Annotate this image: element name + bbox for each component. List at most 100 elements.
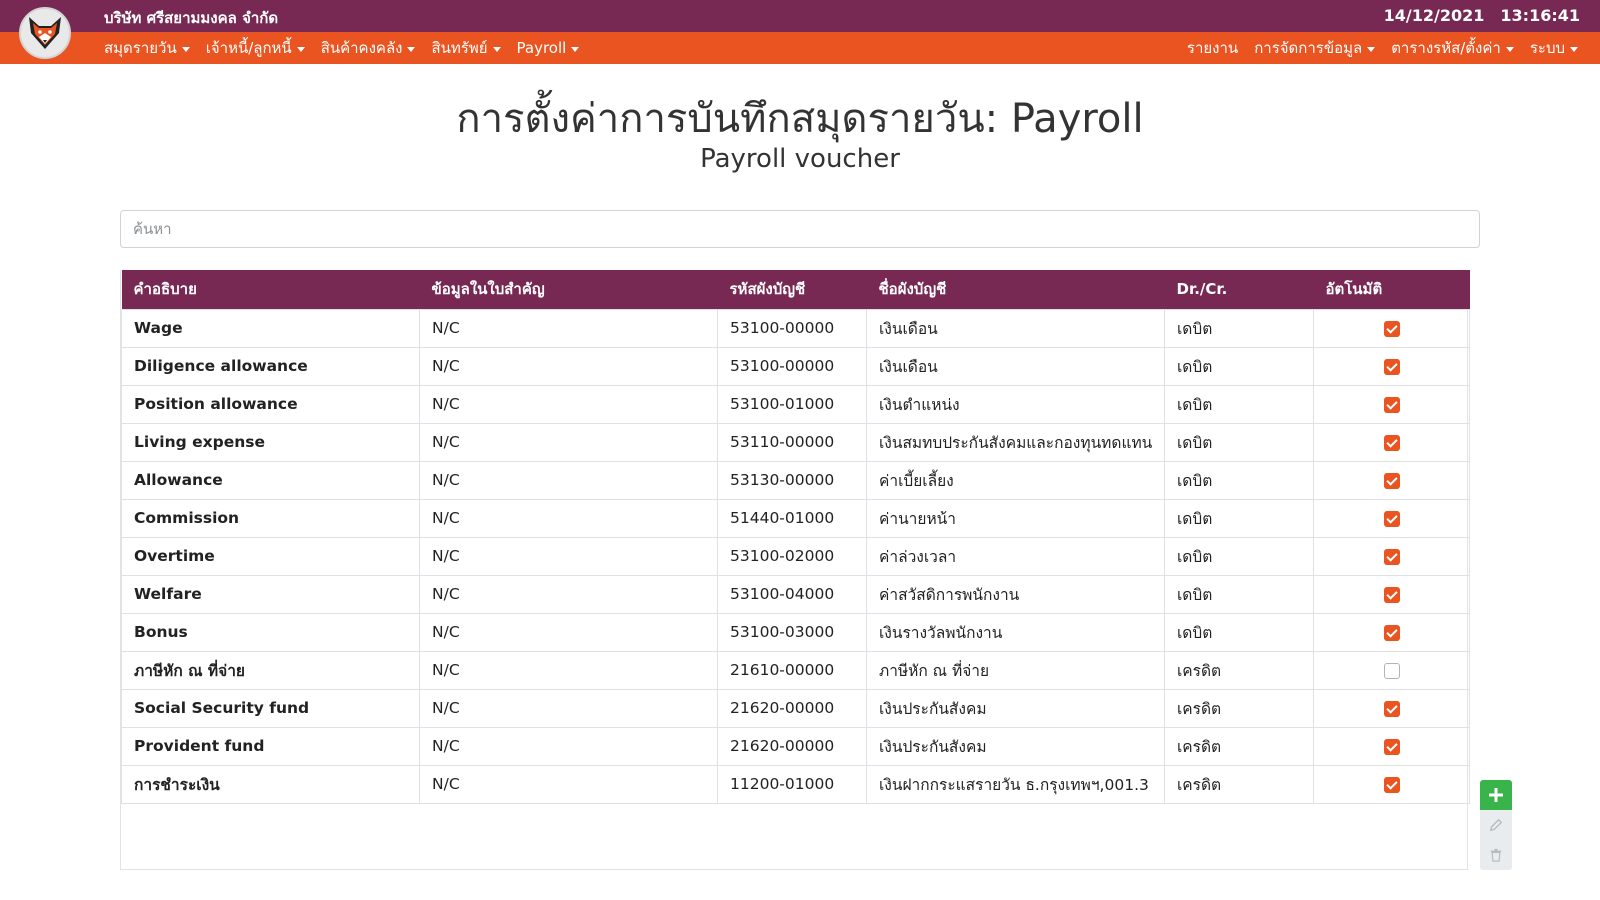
auto-checkbox[interactable]	[1383, 472, 1400, 489]
description-cell: Bonus	[121, 612, 420, 652]
column-header-3[interactable]: ชื่อผังบัญชี	[867, 270, 1165, 309]
column-header-4[interactable]: Dr./Cr.	[1165, 270, 1314, 309]
current-date: 14/12/2021	[1383, 6, 1485, 25]
auto-cell	[1313, 650, 1470, 690]
dr-cr-cell: เดบิต	[1164, 498, 1314, 538]
auto-checkbox[interactable]	[1383, 700, 1400, 717]
auto-checkbox[interactable]	[1383, 738, 1400, 755]
table-row[interactable]: Diligence allowance N/C 53100-00000 เงินเดื…	[121, 346, 1470, 386]
account-name-cell: ค่าสวัสดิการพนักงาน	[866, 574, 1165, 614]
account-name-cell: เงินประกันสังคม	[866, 726, 1165, 766]
row-actions	[1480, 780, 1512, 870]
auto-checkbox[interactable]	[1383, 434, 1400, 451]
delete-button[interactable]	[1480, 840, 1512, 870]
left-item-1[interactable]: เจ้าหนี้/ลูกหนี้	[206, 36, 305, 60]
auto-cell	[1313, 498, 1470, 538]
chevron-down-icon	[1367, 46, 1376, 52]
dr-cr-cell: เครดิต	[1164, 688, 1314, 728]
add-button[interactable]	[1480, 780, 1512, 810]
left-item-0[interactable]: สมุดรายวัน	[104, 36, 190, 60]
chevron-down-icon	[181, 46, 190, 52]
company-name: บริษัท ศรีสยามมงคล จำกัด	[104, 9, 279, 27]
column-header-2[interactable]: รหัสผังบัญชี	[718, 270, 867, 309]
auto-checkbox[interactable]	[1383, 548, 1400, 565]
auto-cell	[1313, 688, 1470, 728]
account-name-cell: เงินประกันสังคม	[866, 688, 1165, 728]
table-row[interactable]: Commission N/C 51440-01000 ค่านายหน้า เดบิต	[121, 498, 1470, 538]
account-code-cell: 21620-00000	[717, 688, 867, 728]
edit-button[interactable]	[1480, 810, 1512, 840]
fox-logo-icon[interactable]	[19, 7, 71, 59]
payroll-settings-table: คำอธิบาย ข้อมูลในใบสำคัญ รหัสผังบัญชี ชื่อผ…	[121, 270, 1470, 804]
dr-cr-cell: เครดิต	[1164, 764, 1314, 804]
left-item-2[interactable]: สินค้าคงคลัง	[321, 36, 416, 60]
account-code-cell: 53100-03000	[717, 612, 867, 652]
nav-label: ระบบ	[1529, 39, 1565, 57]
auto-checkbox[interactable]	[1383, 510, 1400, 527]
description-cell: Diligence allowance	[121, 346, 420, 386]
chevron-down-icon	[1570, 46, 1578, 52]
payroll-settings-table-container: คำอธิบาย ข้อมูลในใบสำคัญ รหัสผังบัญชี ชื่อผ…	[120, 270, 1470, 870]
account-code-cell: 53100-04000	[717, 574, 867, 614]
description-cell: Living expense	[121, 422, 420, 462]
account-name-cell: เงินเดือน	[866, 308, 1165, 348]
voucher-info-cell: N/C	[419, 574, 718, 614]
left-item-4[interactable]: Payroll	[517, 39, 580, 57]
dr-cr-cell: เดบิต	[1164, 308, 1314, 348]
auto-cell	[1313, 346, 1470, 386]
auto-checkbox[interactable]	[1383, 776, 1400, 793]
account-name-cell: ค่าล่วงเวลา	[866, 536, 1165, 576]
description-cell: Social Security fund	[121, 688, 420, 728]
table-row[interactable]: Provident fund N/C 21620-00000 เงินประกันสั…	[121, 726, 1470, 766]
voucher-info-cell: N/C	[419, 308, 718, 348]
auto-checkbox[interactable]	[1383, 396, 1400, 413]
table-row[interactable]: Bonus N/C 53100-03000 เงินรางวัลพนักงาน เดบิ…	[121, 612, 1470, 652]
table-row[interactable]: Living expense N/C 53110-00000 เงินสมทบประก…	[121, 422, 1470, 462]
auto-cell	[1313, 460, 1470, 500]
nav-label: เจ้าหนี้/ลูกหนี้	[205, 39, 292, 57]
right-item-0[interactable]: รายงาน	[1187, 36, 1238, 60]
page-title: การตั้งค่าการบันทึกสมุดรายวัน: Payroll	[456, 96, 1144, 142]
trash-icon	[1490, 848, 1502, 862]
auto-checkbox[interactable]	[1383, 624, 1400, 641]
dr-cr-cell: เดบิต	[1164, 422, 1314, 462]
table-row[interactable]: Allowance N/C 53130-00000 ค่าเบี้ยเลี้ยง เดบ…	[121, 460, 1470, 500]
top-bar: บริษัท ศรีสยามมงคล จำกัด 14/12/2021 13:16…	[0, 0, 1600, 32]
current-time: 13:16:41	[1500, 6, 1580, 25]
description-cell: Provident fund	[121, 726, 420, 766]
account-name-cell: เงินรางวัลพนักงาน	[866, 612, 1165, 652]
description-cell: Overtime	[121, 536, 420, 576]
right-item-2[interactable]: ตารางรหัส/ตั้งค่า	[1391, 36, 1514, 60]
auto-cell	[1313, 574, 1470, 614]
auto-checkbox[interactable]	[1383, 320, 1400, 337]
description-cell: Wage	[121, 308, 420, 348]
table-row[interactable]: Wage N/C 53100-00000 เงินเดือน เดบิต	[121, 308, 1470, 348]
voucher-info-cell: N/C	[419, 764, 718, 804]
left-item-3[interactable]: สินทรัพย์	[431, 36, 501, 60]
chevron-down-icon	[296, 46, 305, 52]
auto-checkbox[interactable]	[1383, 586, 1400, 603]
plus-icon	[1489, 788, 1503, 802]
search-input[interactable]	[120, 210, 1480, 248]
column-header-1[interactable]: ข้อมูลในใบสำคัญ	[420, 270, 718, 309]
table-row[interactable]: Welfare N/C 53100-04000 ค่าสวัสดิการพนักงาน…	[121, 574, 1470, 614]
table-row[interactable]: Position allowance N/C 53100-01000 เงินตำแห…	[121, 384, 1470, 424]
column-header-0[interactable]: คำอธิบาย	[122, 270, 420, 309]
voucher-info-cell: N/C	[419, 688, 718, 728]
description-cell: Position allowance	[121, 384, 420, 424]
right-item-1[interactable]: การจัดการข้อมูล	[1254, 36, 1376, 60]
table-row[interactable]: Social Security fund N/C 21620-00000 เงินปร…	[121, 688, 1470, 728]
auto-cell	[1313, 612, 1470, 652]
chevron-down-icon	[492, 46, 501, 52]
table-header-row: คำอธิบาย ข้อมูลในใบสำคัญ รหัสผังบัญชี ชื่อผ…	[121, 270, 1470, 309]
account-code-cell: 21620-00000	[717, 726, 867, 766]
auto-checkbox[interactable]	[1383, 358, 1400, 375]
table-row[interactable]: การชำระเงิน N/C 11200-01000 เงินฝากกระแสราย…	[121, 764, 1470, 804]
auto-checkbox[interactable]	[1383, 662, 1400, 679]
auto-cell	[1313, 764, 1470, 804]
column-header-5[interactable]: อัตโนมัติ	[1314, 270, 1470, 309]
right-item-3[interactable]: ระบบ	[1530, 36, 1578, 60]
table-row[interactable]: ภาษีหัก ณ ที่จ่าย N/C 21610-00000 ภาษีหัก ณ…	[121, 650, 1470, 690]
dr-cr-cell: เดบิต	[1164, 574, 1314, 614]
table-row[interactable]: Overtime N/C 53100-02000 ค่าล่วงเวลา เดบิต	[121, 536, 1470, 576]
